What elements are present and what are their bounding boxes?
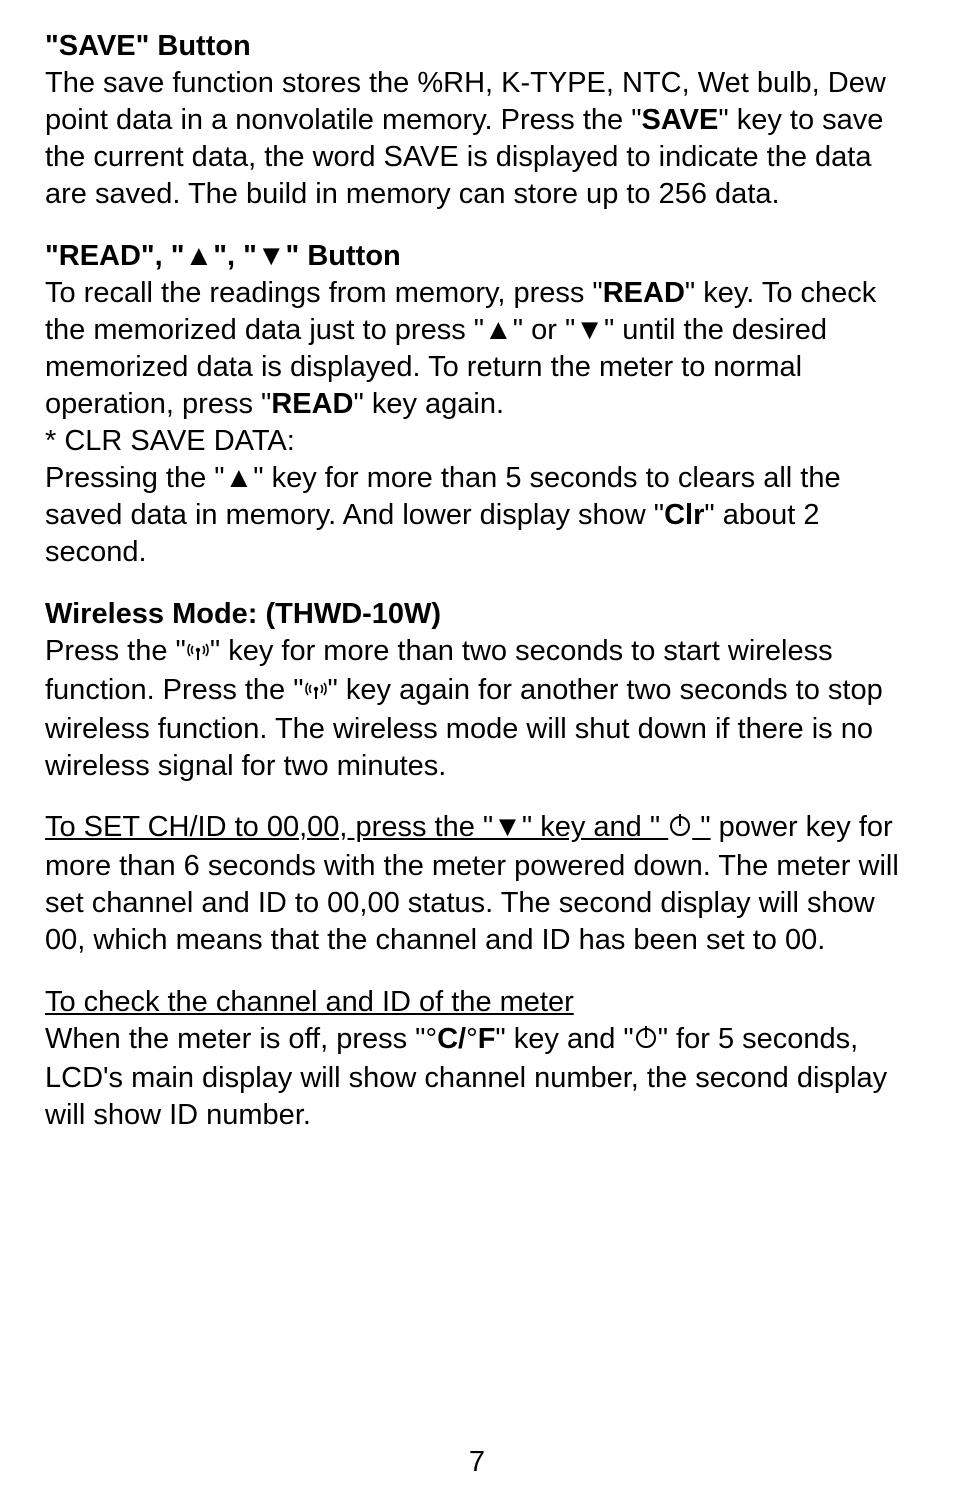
page-number: 7 [0, 1446, 954, 1479]
power-icon [668, 811, 692, 848]
wireless-heading: Wireless Mode: (THWD-10W) [45, 596, 909, 633]
clr-label: * CLR SAVE DATA: [45, 423, 909, 460]
wireless-section: Wireless Mode: (THWD-10W) Press the "" k… [45, 596, 909, 786]
text: To SET CH/ID to 00,00, press the "▼" key… [45, 811, 668, 843]
save-section: "SAVE" Button The save function stores t… [45, 28, 909, 214]
text: ° [466, 1023, 478, 1055]
clr-indicator: Clr [664, 499, 704, 531]
read-key-label-2: READ [271, 388, 353, 420]
text: " key again. [353, 388, 504, 420]
clr-body: Pressing the "▲" key for more than 5 sec… [45, 460, 909, 571]
read-key-label: READ [603, 277, 685, 309]
set-chid-body: To SET CH/ID to 00,00, press the "▼" key… [45, 809, 909, 959]
text: When the meter is off, press "° [45, 1023, 437, 1055]
text: To recall the readings from memory, pres… [45, 277, 603, 309]
power-icon [634, 1023, 658, 1060]
check-chid-section: To check the channel and ID of the meter… [45, 984, 909, 1134]
check-chid-body: To check the channel and ID of the meter… [45, 984, 909, 1134]
check-chid-underline: To check the channel and ID of the meter [45, 986, 574, 1018]
read-body: To recall the readings from memory, pres… [45, 275, 909, 423]
set-chid-section: To SET CH/ID to 00,00, press the "▼" key… [45, 809, 909, 959]
cf-key-c: C/ [437, 1023, 466, 1055]
wireless-icon [186, 635, 210, 672]
text: Press the " [45, 635, 186, 667]
save-body: The save function stores the %RH, K-TYPE… [45, 65, 909, 213]
read-section: "READ", "▲", "▼" Button To recall the re… [45, 238, 909, 572]
text: " [692, 811, 710, 843]
wireless-body: Press the "" key for more than two secon… [45, 633, 909, 785]
save-key-label: SAVE [642, 104, 719, 136]
read-heading: "READ", "▲", "▼" Button [45, 238, 909, 275]
cf-key-f: F [478, 1023, 496, 1055]
wireless-icon [304, 674, 328, 711]
set-chid-underline: To SET CH/ID to 00,00, press the "▼" key… [45, 811, 711, 843]
save-heading: "SAVE" Button [45, 28, 909, 65]
page-container: "SAVE" Button The save function stores t… [0, 0, 954, 1505]
text: " key and " [495, 1023, 633, 1055]
